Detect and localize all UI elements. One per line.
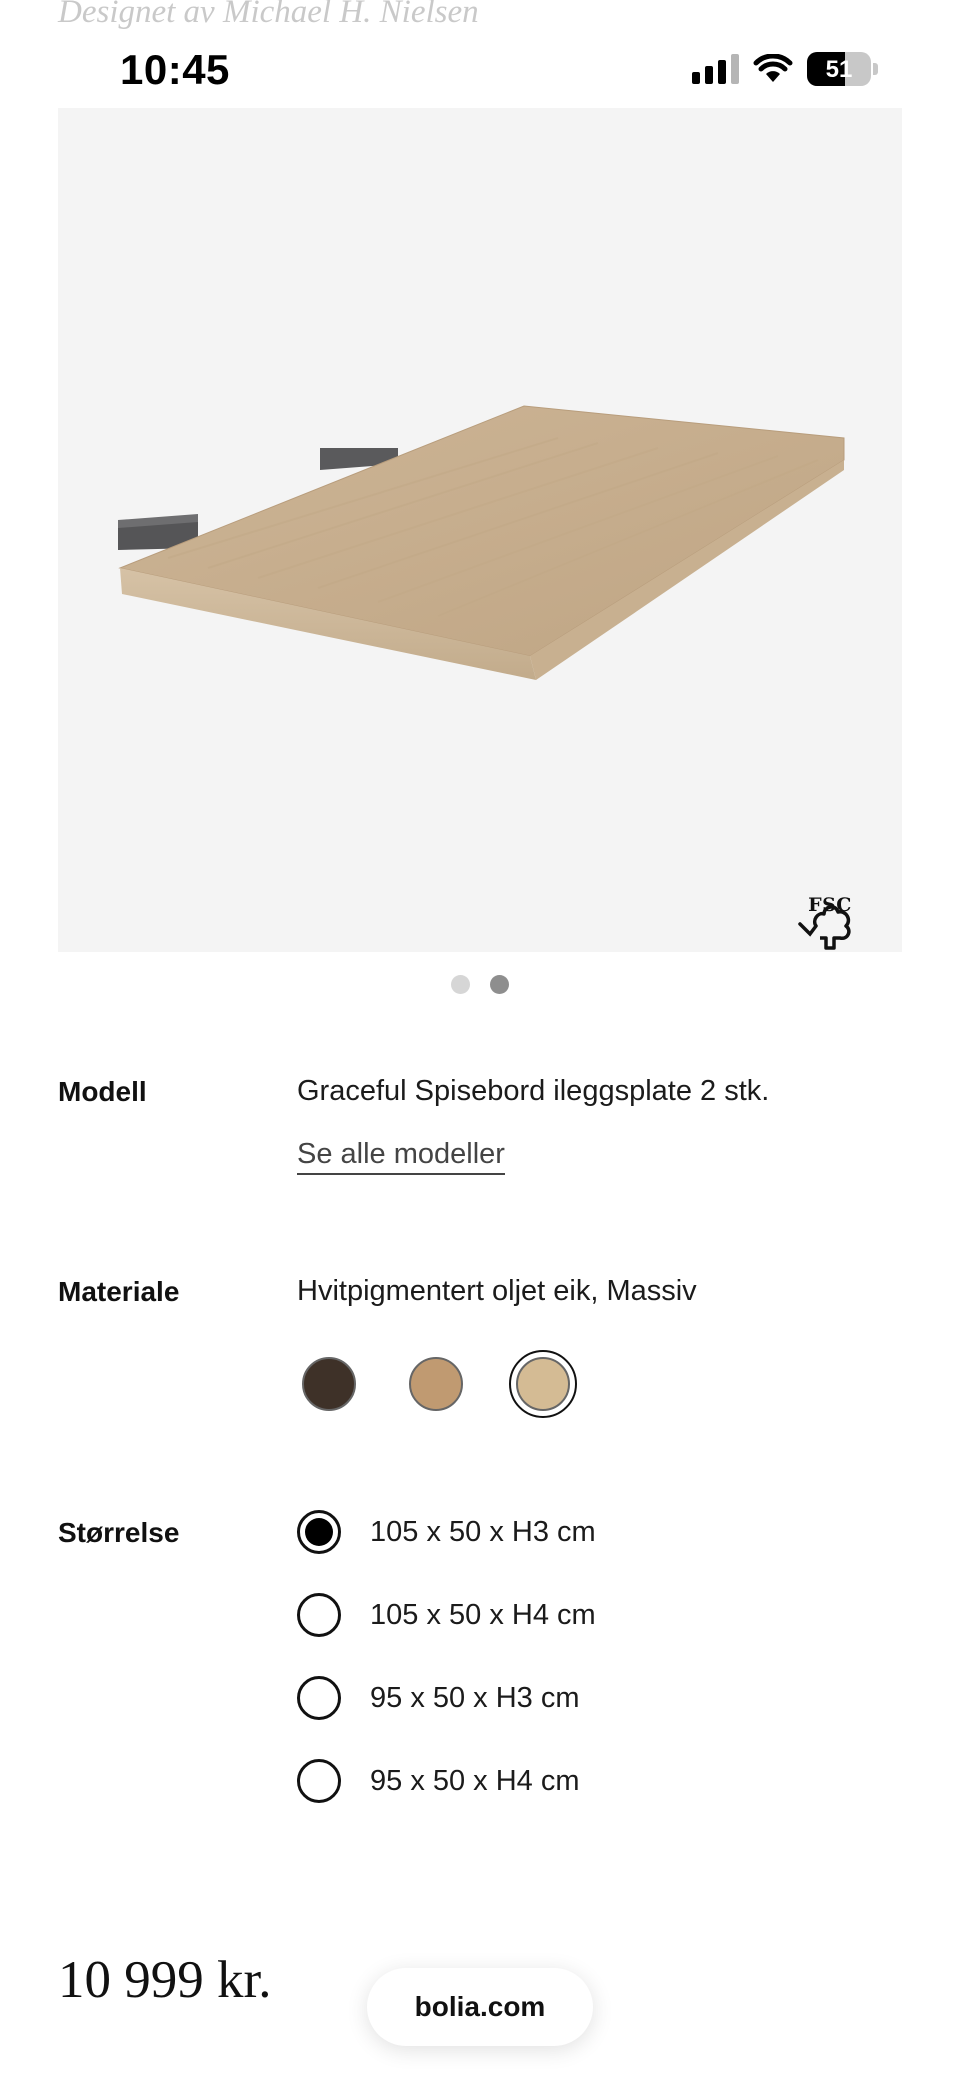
- status-icons: 51: [692, 52, 878, 86]
- status-time: 10:45: [120, 46, 230, 93]
- fsc-badge: FSC: [796, 894, 864, 950]
- size-option-2[interactable]: 105 x 50 x H4 cm: [297, 1593, 596, 1637]
- size-option-label: 105 x 50 x H3 cm: [370, 1515, 596, 1548]
- size-option-4[interactable]: 95 x 50 x H4 cm: [297, 1759, 580, 1803]
- model-value: Graceful Spisebord ileggsplate 2 stk.: [297, 1075, 770, 1107]
- size-option-label: 105 x 50 x H4 cm: [370, 1598, 596, 1631]
- table-extension-leaf-image: [118, 405, 845, 680]
- material-value: Hvitpigmentert oljet eik, Massiv: [297, 1275, 697, 1307]
- size-option-label: 95 x 50 x H3 cm: [370, 1681, 580, 1714]
- size-option-1[interactable]: 105 x 50 x H3 cm: [297, 1510, 596, 1554]
- url-bar[interactable]: bolia.com: [367, 1968, 593, 2046]
- size-option-3[interactable]: 95 x 50 x H3 cm: [297, 1676, 580, 1720]
- see-all-models-link[interactable]: Se alle modeller: [297, 1138, 505, 1175]
- material-label: Materiale: [58, 1276, 180, 1307]
- battery-level: 51: [825, 56, 853, 83]
- radio-unselected[interactable]: [297, 1593, 341, 1637]
- model-label: Modell: [58, 1076, 147, 1107]
- radio-unselected[interactable]: [297, 1676, 341, 1720]
- cellular-signal-icon: [692, 54, 739, 84]
- gallery-pagination: [0, 975, 960, 994]
- product-price: 10 999 kr.: [58, 1951, 272, 2009]
- radio-selected[interactable]: [297, 1510, 341, 1554]
- product-image[interactable]: FSC: [58, 108, 902, 952]
- tree-check-icon: [798, 905, 851, 950]
- status-bar: 10:45 51: [0, 0, 960, 110]
- gallery-dot-1[interactable]: [451, 975, 470, 994]
- swatch-oiled-oak[interactable]: [402, 1350, 470, 1418]
- swatch-dark-oak[interactable]: [295, 1350, 363, 1418]
- wifi-icon: [753, 54, 793, 82]
- radio-unselected[interactable]: [297, 1759, 341, 1803]
- battery-tip: [873, 63, 878, 75]
- battery-icon: 51: [807, 52, 871, 86]
- size-label: Størrelse: [58, 1517, 180, 1548]
- swatch-white-pigmented-oak[interactable]: [509, 1350, 577, 1418]
- gallery-dot-2[interactable]: [490, 975, 509, 994]
- size-option-label: 95 x 50 x H4 cm: [370, 1764, 580, 1797]
